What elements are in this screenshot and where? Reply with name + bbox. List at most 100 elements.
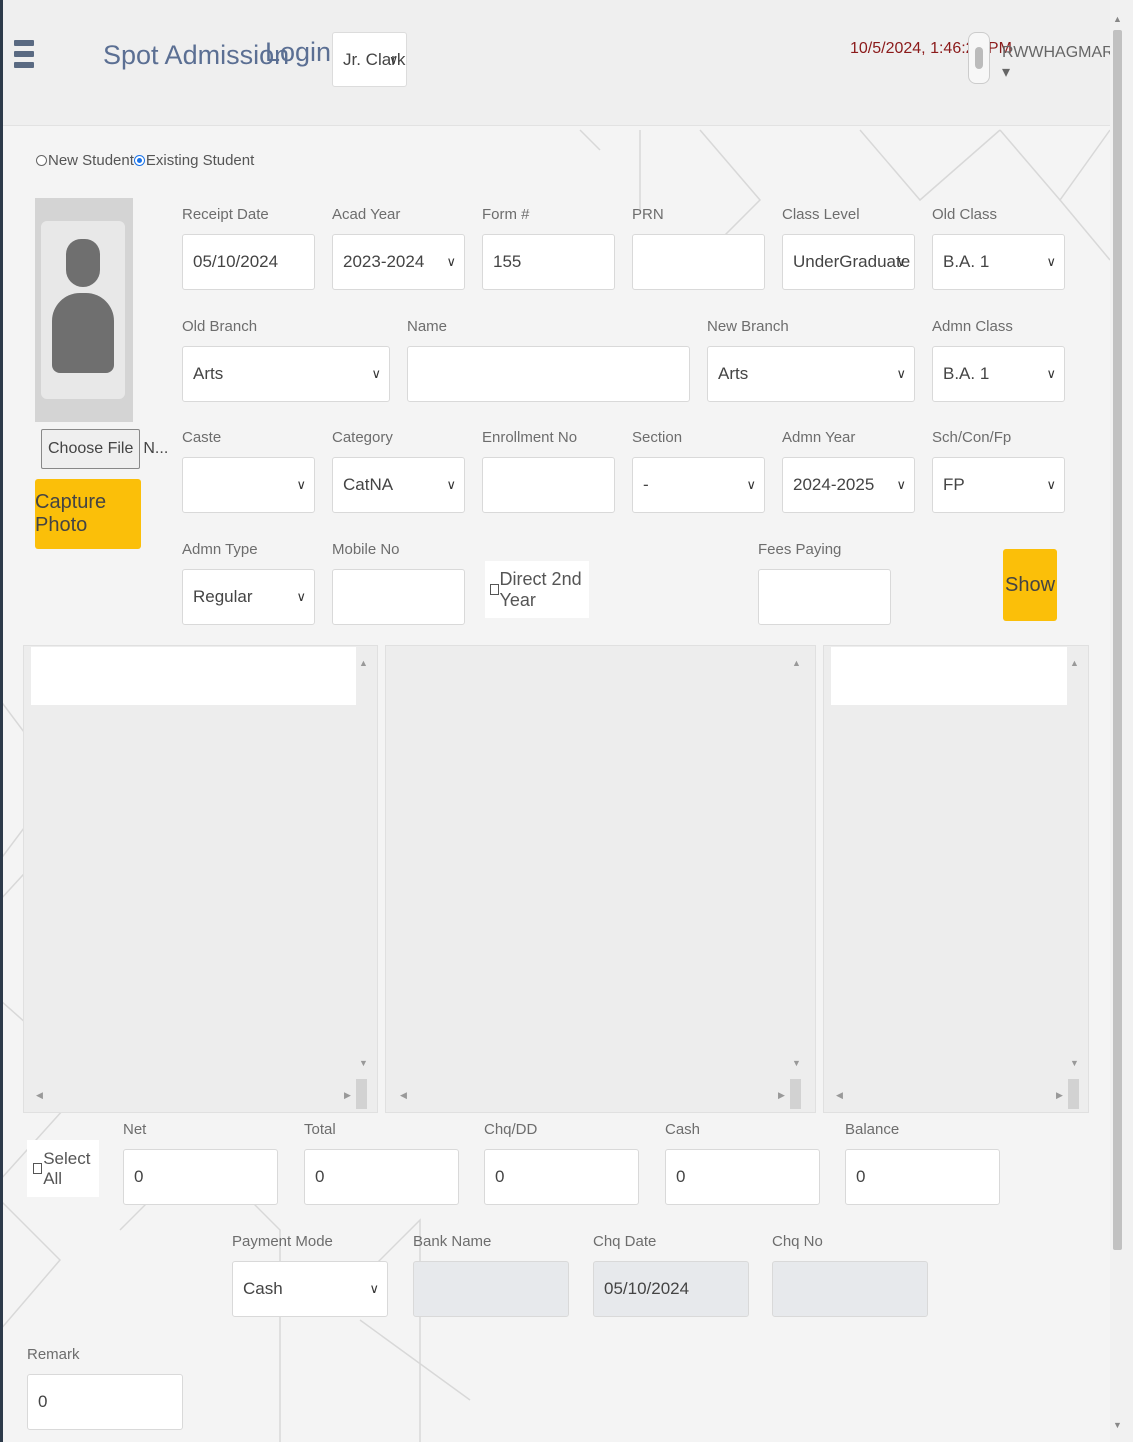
category-value: CatNA — [343, 475, 394, 494]
chevron-down-icon: ∨ — [896, 254, 906, 269]
mobile-no-input[interactable] — [332, 569, 465, 625]
admn-type-select[interactable]: Regular ∨ — [182, 569, 315, 625]
capture-photo-button[interactable]: Capture Photo — [35, 479, 141, 549]
admn-year-label: Admn Year — [782, 429, 856, 446]
page-scrollbar[interactable]: ▲ ▼ — [1110, 0, 1133, 1442]
cash-input[interactable]: 0 — [665, 1149, 820, 1205]
scroll-down-icon[interactable]: ▼ — [359, 1058, 368, 1068]
user-avatar-icon[interactable] — [968, 32, 990, 84]
top-header: Spot Admission Login As Jr. Clark ∨ 10/5… — [0, 0, 1133, 126]
scroll-right-icon[interactable]: ▶ — [344, 1090, 351, 1101]
list-panel-left-header — [31, 647, 356, 705]
receipt-date-input[interactable]: 05/10/2024 — [182, 234, 315, 290]
old-class-value: B.A. 1 — [943, 252, 990, 271]
total-label: Total — [304, 1121, 336, 1138]
remark-input[interactable]: 0 — [27, 1374, 183, 1430]
sch-con-fp-label: Sch/Con/Fp — [932, 429, 1012, 446]
chq-date-value: 05/10/2024 — [604, 1279, 690, 1298]
scrollbar-thumb[interactable] — [1113, 30, 1122, 1250]
total-value: 0 — [315, 1167, 325, 1186]
old-class-select[interactable]: B.A. 1 ∨ — [932, 234, 1065, 290]
payment-mode-label: Payment Mode — [232, 1233, 333, 1250]
list-panel-right[interactable]: ▲ ▼ ◀ ▶ — [823, 645, 1089, 1113]
sch-con-fp-select[interactable]: FP ∨ — [932, 457, 1065, 513]
payment-mode-select[interactable]: Cash ∨ — [232, 1261, 388, 1317]
select-all-checkbox[interactable]: Select All — [27, 1140, 99, 1197]
section-value: - — [643, 475, 649, 494]
balance-input[interactable]: 0 — [845, 1149, 1000, 1205]
checkbox-icon[interactable] — [33, 1163, 43, 1174]
acad-year-select[interactable]: 2023-2024 ∨ — [332, 234, 465, 290]
prn-label: PRN — [632, 206, 664, 223]
chevron-down-icon: ∨ — [1046, 477, 1056, 492]
total-input[interactable]: 0 — [304, 1149, 459, 1205]
choose-file-button[interactable]: Choose File — [41, 429, 141, 469]
acad-year-value: 2023-2024 — [343, 252, 425, 271]
bank-name-input[interactable] — [413, 1261, 569, 1317]
new-student-radio[interactable] — [36, 155, 47, 166]
existing-student-radio[interactable] — [133, 155, 145, 166]
scroll-up-icon[interactable]: ▲ — [1070, 658, 1079, 668]
class-level-value: UnderGraduate — [793, 252, 911, 271]
form-no-label: Form # — [482, 206, 530, 223]
section-select[interactable]: - ∨ — [632, 457, 765, 513]
admn-class-select[interactable]: B.A. 1 ∨ — [932, 346, 1065, 402]
list-panel-left[interactable]: ▲ ▼ ◀ ▶ — [23, 645, 378, 1113]
chq-dd-input[interactable]: 0 — [484, 1149, 639, 1205]
photo-file-input: Choose File N... — [41, 429, 168, 469]
prn-input[interactable] — [632, 234, 765, 290]
fees-paying-input[interactable] — [758, 569, 891, 625]
chq-date-input[interactable]: 05/10/2024 — [593, 1261, 749, 1317]
scroll-right-icon[interactable]: ▶ — [1056, 1090, 1063, 1101]
old-branch-select[interactable]: Arts ∨ — [182, 346, 390, 402]
scroll-left-icon[interactable]: ◀ — [836, 1090, 843, 1101]
caste-select[interactable]: ∨ — [182, 457, 315, 513]
login-as-select[interactable]: Jr. Clark ∨ — [332, 32, 407, 87]
scroll-left-icon[interactable]: ◀ — [36, 1090, 43, 1101]
net-input[interactable]: 0 — [123, 1149, 278, 1205]
chq-no-label: Chq No — [772, 1233, 823, 1250]
section-label: Section — [632, 429, 683, 446]
select-all-label: Select All — [43, 1148, 91, 1188]
fees-paying-label: Fees Paying — [758, 541, 842, 558]
balance-label: Balance — [845, 1121, 900, 1138]
enrollment-no-input[interactable] — [482, 457, 615, 513]
class-level-select[interactable]: UnderGraduate ∨ — [782, 234, 915, 290]
admn-type-label: Admn Type — [182, 541, 258, 558]
name-input[interactable] — [407, 346, 690, 402]
show-button[interactable]: Show — [1003, 549, 1057, 621]
scroll-right-icon[interactable]: ▶ — [778, 1090, 785, 1101]
new-branch-select[interactable]: Arts ∨ — [707, 346, 915, 402]
chq-no-input[interactable] — [772, 1261, 928, 1317]
menu-icon[interactable] — [14, 40, 34, 74]
admn-class-label: Admn Class — [932, 318, 1013, 335]
scroll-up-icon[interactable]: ▲ — [359, 658, 368, 668]
receipt-date-value: 05/10/2024 — [193, 252, 279, 271]
chevron-down-icon: ∨ — [389, 52, 398, 67]
scroll-up-icon[interactable]: ▲ — [1113, 14, 1122, 24]
chevron-down-icon: ∨ — [896, 366, 906, 381]
form-no-input[interactable]: 155 — [482, 234, 615, 290]
direct-2nd-year-checkbox[interactable]: Direct 2nd Year — [485, 561, 589, 618]
payment-mode-value: Cash — [243, 1279, 283, 1298]
scroll-up-icon[interactable]: ▲ — [792, 658, 801, 668]
list-panel-middle[interactable]: ▲ ▼ ◀ ▶ — [385, 645, 816, 1113]
checkbox-icon[interactable] — [490, 584, 499, 595]
net-value: 0 — [134, 1167, 144, 1186]
remark-label: Remark — [27, 1346, 80, 1363]
scroll-down-icon[interactable]: ▼ — [792, 1058, 801, 1068]
chevron-down-icon: ∨ — [369, 1281, 379, 1296]
chevron-down-icon: ∨ — [1046, 254, 1056, 269]
chq-dd-value: 0 — [495, 1167, 505, 1186]
left-accent-strip — [0, 0, 3, 1442]
scroll-left-icon[interactable]: ◀ — [400, 1090, 407, 1101]
admn-year-select[interactable]: 2024-2025 ∨ — [782, 457, 915, 513]
old-branch-value: Arts — [193, 364, 224, 383]
category-select[interactable]: CatNA ∨ — [332, 457, 465, 513]
scroll-down-icon[interactable]: ▼ — [1070, 1058, 1079, 1068]
name-label: Name — [407, 318, 448, 335]
scroll-down-icon[interactable]: ▼ — [1113, 1420, 1122, 1430]
new-branch-value: Arts — [718, 364, 749, 383]
chevron-down-icon: ∨ — [446, 477, 456, 492]
scrollbar-corner — [790, 1079, 801, 1109]
